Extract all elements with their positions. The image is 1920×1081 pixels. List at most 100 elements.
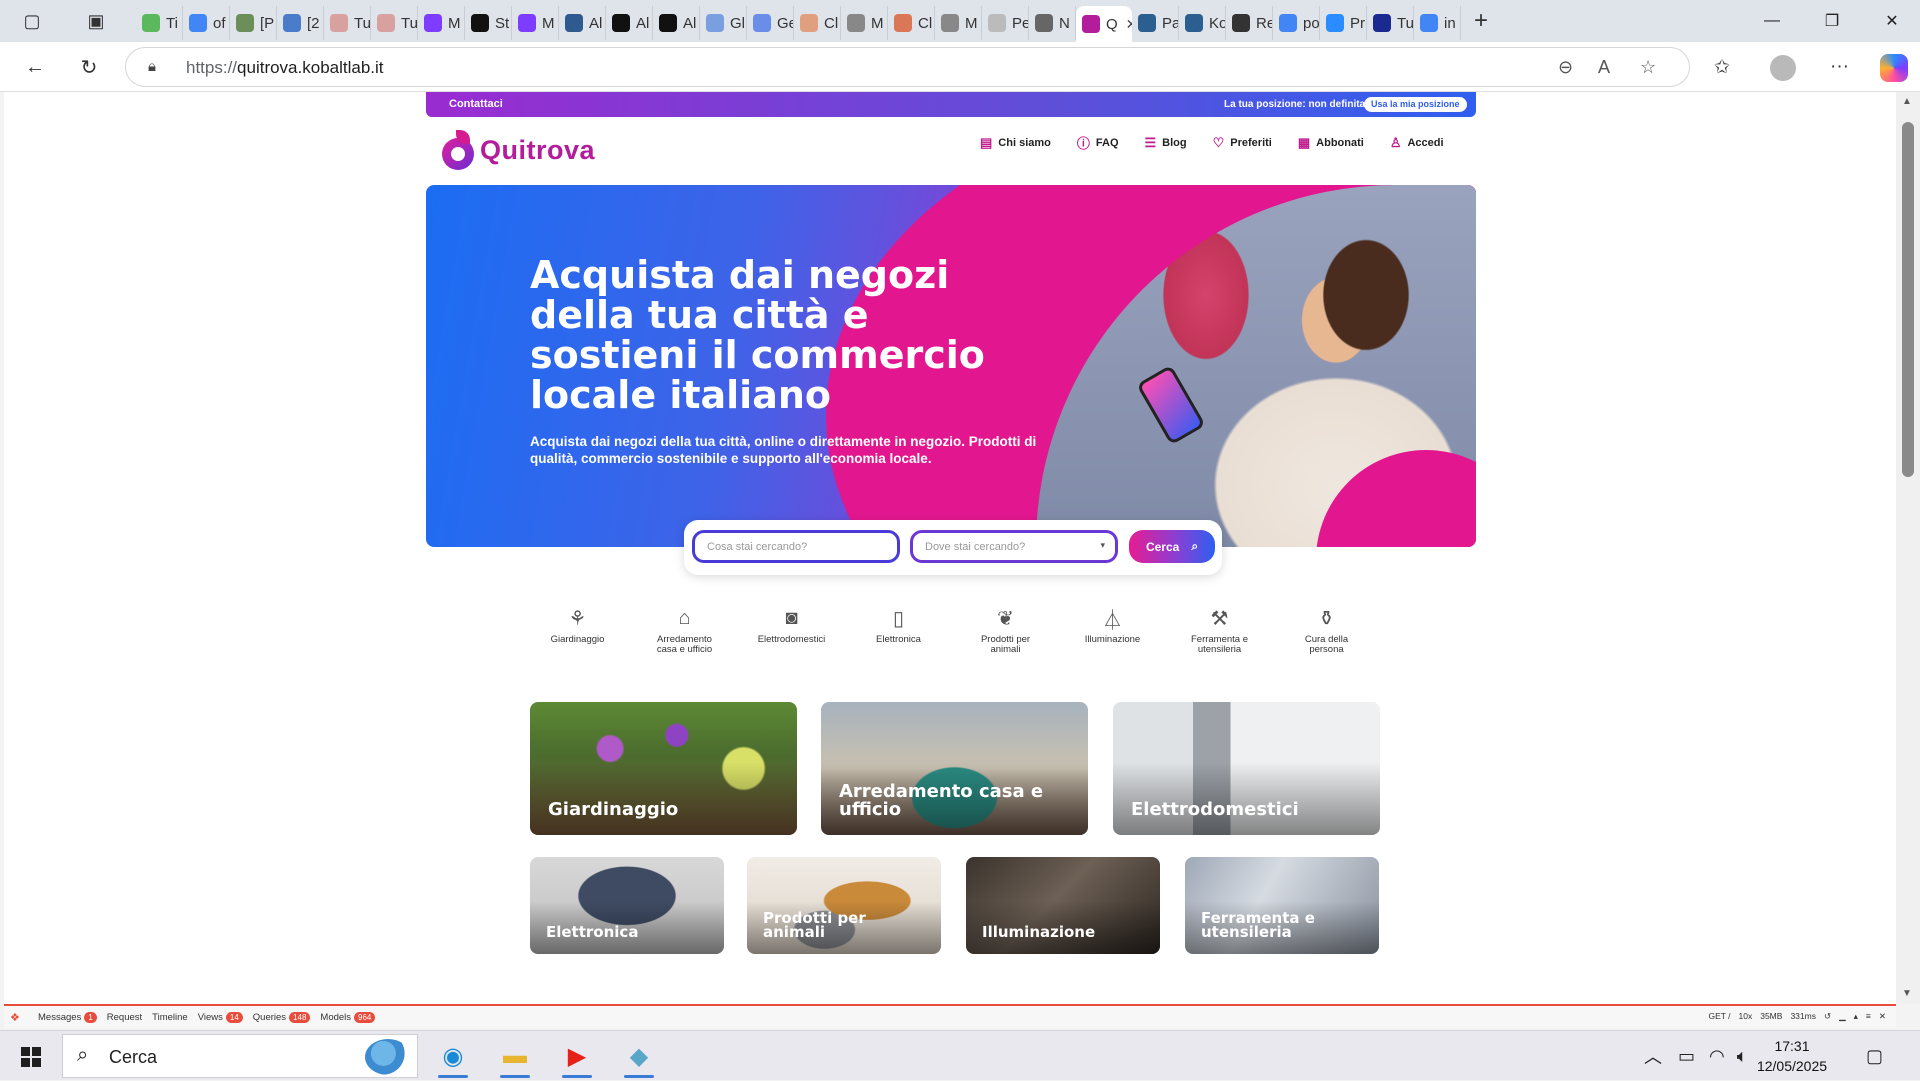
- browser-tab[interactable]: Cl: [888, 6, 935, 40]
- edge-taskbar-icon[interactable]: ◉: [424, 1034, 482, 1078]
- browser-tab[interactable]: Tu: [371, 6, 418, 40]
- nav-accedi[interactable]: ♙ Accedi: [1390, 133, 1444, 152]
- category-tile[interactable]: Giardinaggio: [530, 702, 797, 835]
- debugbar-logo-icon[interactable]: ❖: [10, 1011, 28, 1024]
- workspaces-icon[interactable]: ▢: [12, 0, 52, 42]
- start-button[interactable]: [10, 1039, 50, 1073]
- browser-tab[interactable]: Al: [606, 6, 653, 40]
- browser-tab[interactable]: Pe: [982, 6, 1029, 40]
- file-explorer-taskbar-icon[interactable]: ▬: [486, 1034, 544, 1078]
- browser-tab[interactable]: Cl: [794, 6, 841, 40]
- browser-tab[interactable]: Re: [1226, 6, 1273, 40]
- back-button[interactable]: ←: [18, 51, 52, 83]
- browser-tab[interactable]: M: [935, 6, 982, 40]
- expand-debug-icon[interactable]: ▴: [1854, 1011, 1858, 1022]
- browser-tab[interactable]: po: [1273, 6, 1320, 40]
- browser-tab[interactable]: Q ✕: [1076, 6, 1132, 42]
- category-shortcut[interactable]: ⏃ Illuminazione: [1059, 605, 1166, 655]
- nav-blog[interactable]: ☰ Blog: [1145, 133, 1187, 152]
- browser-tab[interactable]: M: [841, 6, 888, 40]
- minimize-button[interactable]: —: [1742, 0, 1802, 42]
- notifications-icon[interactable]: ▢: [1866, 1031, 1883, 1081]
- browser-tab[interactable]: Tu: [324, 6, 371, 40]
- search-button[interactable]: Cerca ⌕: [1129, 530, 1215, 563]
- browser-tab[interactable]: in: [1414, 6, 1461, 40]
- browser-tab[interactable]: [P: [230, 6, 277, 40]
- taskbar-clock[interactable]: 17:31 12/05/2025: [1742, 1036, 1842, 1076]
- read-aloud-icon[interactable]: A: [1598, 57, 1610, 78]
- browser-tab[interactable]: Tu: [1367, 6, 1414, 40]
- browser-tab[interactable]: N: [1029, 6, 1076, 40]
- contact-link[interactable]: Contattaci: [449, 98, 503, 110]
- browser-tab[interactable]: [2: [277, 6, 324, 40]
- minimize-debug-icon[interactable]: ▁: [1839, 1011, 1846, 1022]
- category-tile[interactable]: Illuminazione: [966, 857, 1160, 954]
- tab-actions-icon[interactable]: ▣: [76, 0, 116, 42]
- browser-tab[interactable]: of: [183, 6, 230, 40]
- where-search-select[interactable]: Dove stai cercando? ▾: [910, 530, 1118, 563]
- nav-chi-siamo[interactable]: ▤ Chi siamo: [980, 133, 1051, 152]
- restore-button[interactable]: ❐: [1802, 0, 1862, 42]
- nav-preferiti[interactable]: ♡ Preferiti: [1213, 133, 1272, 152]
- refresh-button[interactable]: ↻: [72, 51, 106, 83]
- favorites-icon[interactable]: ✩: [1714, 56, 1730, 79]
- category-tile[interactable]: Prodotti per animali: [747, 857, 941, 954]
- battery-icon[interactable]: ▭: [1678, 1046, 1695, 1067]
- new-tab-button[interactable]: +: [1461, 0, 1501, 42]
- category-shortcut[interactable]: ❦ Prodotti per animali: [952, 605, 1059, 655]
- nav-faq[interactable]: ⓘ FAQ: [1077, 133, 1119, 152]
- browser-tab[interactable]: Pa: [1132, 6, 1179, 40]
- category-tile[interactable]: Ferramenta e utensileria: [1185, 857, 1379, 954]
- browser-tab[interactable]: Gl: [700, 6, 747, 40]
- category-shortcut[interactable]: ▯ Elettronica: [845, 605, 952, 655]
- debug-tab[interactable]: Messages 1: [38, 1011, 97, 1023]
- scroll-up-arrow-icon[interactable]: ▲: [1902, 96, 1912, 107]
- profile-avatar[interactable]: [1770, 55, 1796, 81]
- debug-tab[interactable]: Models 964: [320, 1011, 376, 1023]
- debug-tab[interactable]: Request: [107, 1012, 142, 1023]
- browser-tab[interactable]: Ge: [747, 6, 794, 40]
- favorite-star-icon[interactable]: ☆: [1640, 57, 1656, 78]
- category-shortcut[interactable]: ◙ Elettrodomestici: [738, 605, 845, 655]
- scroll-down-arrow-icon[interactable]: ▼: [1902, 988, 1912, 999]
- category-shortcut[interactable]: ⚱ Cura della persona: [1273, 605, 1380, 655]
- close-window-button[interactable]: ✕: [1862, 0, 1920, 42]
- lock-icon[interactable]: 🔒︎: [148, 58, 156, 75]
- browser-tab[interactable]: Ti: [136, 6, 183, 40]
- category-tile[interactable]: Arredamento casa e ufficio: [821, 702, 1088, 835]
- category-tile[interactable]: Elettronica: [530, 857, 724, 954]
- category-shortcut[interactable]: ⚘ Giardinaggio: [524, 605, 631, 655]
- more-menu-icon[interactable]: ···: [1830, 56, 1849, 78]
- taskbar-search-box[interactable]: ⌕ Cerca: [62, 1034, 418, 1078]
- debug-tab[interactable]: Queries 148: [253, 1011, 311, 1023]
- browser-tab[interactable]: Al: [559, 6, 606, 40]
- site-logo[interactable]: Quitrova: [440, 130, 595, 170]
- show-hidden-icons-icon[interactable]: ︿: [1644, 1043, 1662, 1069]
- category-shortcut[interactable]: ⚒ Ferramenta e utensileria: [1166, 605, 1273, 655]
- settings-debug-icon[interactable]: ≡: [1866, 1011, 1871, 1022]
- use-my-position-button[interactable]: Usa la mia posizione: [1364, 97, 1467, 112]
- category-shortcut[interactable]: ⌂ Arredamento casa e ufficio: [631, 605, 738, 655]
- scrollbar-thumb[interactable]: [1902, 122, 1914, 477]
- browser-tab[interactable]: Ko: [1179, 6, 1226, 40]
- history-icon[interactable]: ↺: [1824, 1011, 1831, 1022]
- browser-tab[interactable]: M: [512, 6, 559, 40]
- copilot-icon[interactable]: [1880, 54, 1908, 82]
- what-search-input[interactable]: Cosa stai cercando?: [692, 530, 900, 563]
- browser-tab[interactable]: M: [418, 6, 465, 40]
- nav-abbonati[interactable]: ▦ Abbonati: [1298, 133, 1364, 152]
- vertical-scrollbar[interactable]: ▲ ▼: [1896, 92, 1920, 1004]
- zoom-out-icon[interactable]: ⊖: [1558, 57, 1573, 78]
- url-text[interactable]: https://quitrova.kobaltlab.it: [186, 58, 384, 78]
- category-tile[interactable]: Elettrodomestici: [1113, 702, 1380, 835]
- debug-tab[interactable]: Timeline: [152, 1012, 188, 1023]
- close-debug-icon[interactable]: ✕: [1879, 1011, 1886, 1022]
- debug-tab[interactable]: Views 14: [198, 1011, 243, 1023]
- browser-tab[interactable]: Al: [653, 6, 700, 40]
- browser-tab[interactable]: Pr: [1320, 6, 1367, 40]
- app-taskbar-icon[interactable]: ◆: [610, 1034, 668, 1078]
- browser-tab[interactable]: St: [465, 6, 512, 40]
- wifi-icon[interactable]: ◠: [1709, 1046, 1725, 1067]
- youtube-taskbar-icon[interactable]: ▶: [548, 1034, 606, 1078]
- search-highlight-globe-icon[interactable]: [365, 1039, 411, 1075]
